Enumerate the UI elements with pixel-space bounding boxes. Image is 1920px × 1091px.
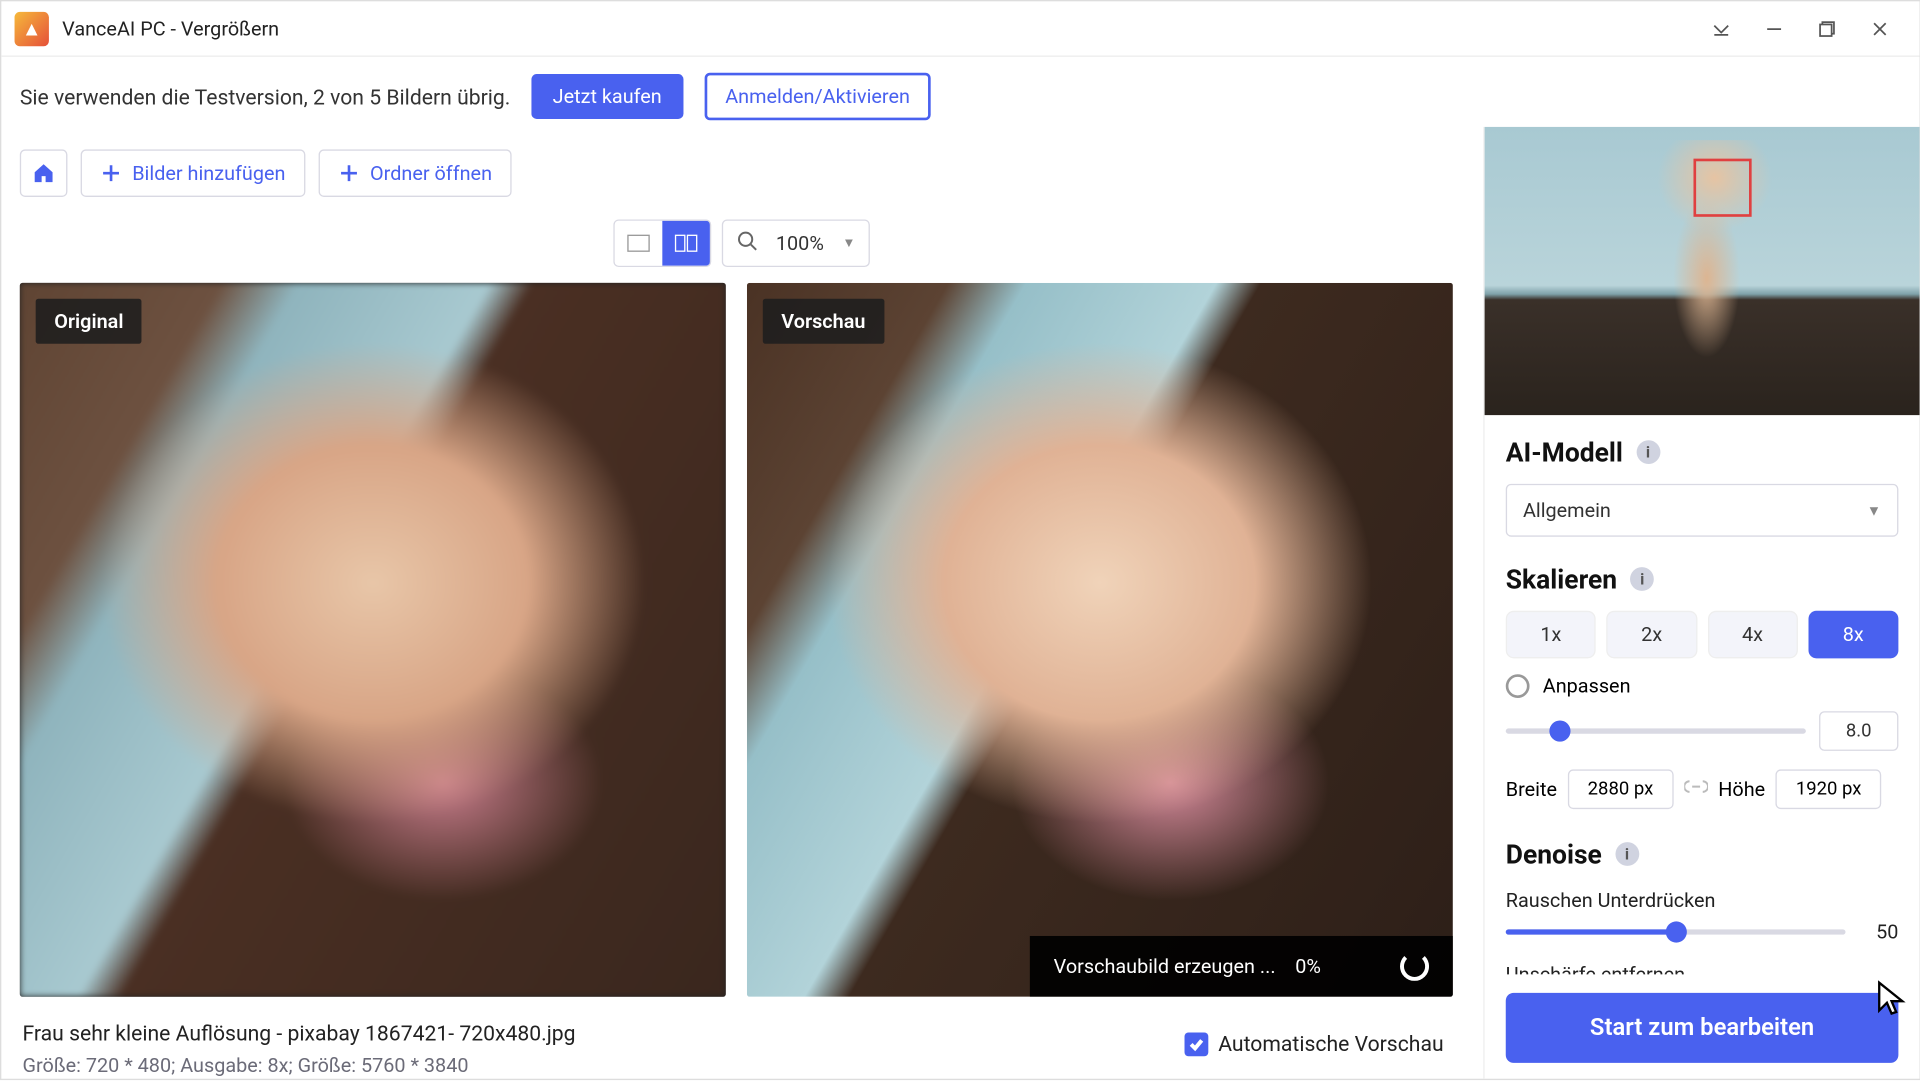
add-images-label: Bilder hinzufügen: [132, 161, 285, 185]
zoom-controls: 100% ▼: [1, 209, 1482, 272]
plus-icon: [338, 162, 359, 183]
height-input[interactable]: 1920 px: [1776, 769, 1882, 809]
auto-preview-label: Automatische Vorschau: [1218, 1031, 1443, 1056]
width-input[interactable]: 2880 px: [1568, 769, 1674, 809]
progress-percent: 0%: [1295, 954, 1321, 978]
open-folder-button[interactable]: Ordner öffnen: [318, 149, 511, 197]
chevron-down-icon: ▼: [842, 236, 855, 251]
checkbox-checked-icon: [1184, 1032, 1208, 1056]
model-select[interactable]: Allgemein ▼: [1506, 484, 1899, 537]
deblur-label: Unschärfe entfernen: [1506, 962, 1899, 974]
app-logo-icon: ▲: [15, 11, 49, 45]
progress-overlay: Vorschaubild erzeugen ... 0%: [1030, 936, 1453, 997]
info-icon[interactable]: i: [1615, 842, 1639, 866]
window-title: VanceAI PC - Vergrößern: [62, 17, 279, 41]
original-pane[interactable]: Original: [20, 283, 726, 997]
chevron-down-icon: ▼: [1867, 502, 1881, 519]
sidebar-controls: AI-Modell i Allgemein ▼ Skalieren i 1x 2…: [1485, 415, 1920, 974]
dimensions-row: Breite 2880 px Höhe 1920 px: [1506, 769, 1899, 809]
radio-unchecked-icon: [1506, 674, 1530, 698]
signin-button[interactable]: Anmelden/Aktivieren: [704, 73, 931, 121]
open-folder-label: Ordner öffnen: [370, 161, 492, 185]
width-label: Breite: [1506, 777, 1557, 801]
scale-slider[interactable]: [1506, 728, 1806, 733]
scale-4x-button[interactable]: 4x: [1707, 611, 1797, 659]
preview-pane[interactable]: Vorschau Vorschaubild erzeugen ... 0%: [747, 283, 1453, 997]
minimize-icon[interactable]: [1748, 9, 1801, 49]
info-icon[interactable]: i: [1636, 440, 1660, 464]
ai-model-label: AI-Modell: [1506, 436, 1623, 468]
model-select-value: Allgemein: [1523, 498, 1611, 522]
mouse-cursor-icon: [1875, 980, 1912, 1022]
titlebar: ▲ VanceAI PC - Vergrößern: [1, 1, 1919, 57]
zoom-level-select[interactable]: 100% ▼: [722, 219, 870, 267]
start-processing-button[interactable]: Start zum bearbeiten: [1506, 993, 1899, 1063]
height-label: Höhe: [1718, 777, 1765, 801]
view-single-button[interactable]: [615, 221, 663, 266]
app-window: ▲ VanceAI PC - Vergrößern Sie verwenden …: [0, 0, 1920, 1080]
suppress-noise-slider[interactable]: [1506, 929, 1846, 934]
link-icon[interactable]: [1684, 777, 1708, 801]
suppress-noise-label: Rauschen Unterdrücken: [1506, 888, 1899, 912]
preview-image: [747, 283, 1453, 997]
maximize-icon[interactable]: [1801, 9, 1854, 49]
scale-section-title: Skalieren i: [1506, 563, 1899, 595]
scale-slider-row: 8.0: [1506, 711, 1899, 751]
single-view-icon: [627, 234, 651, 253]
suppress-noise-value: 50: [1859, 920, 1899, 944]
custom-scale-toggle[interactable]: Anpassen: [1506, 674, 1899, 698]
denoise-section-title: Denoise i: [1506, 838, 1899, 870]
auto-preview-toggle[interactable]: Automatische Vorschau: [1184, 1031, 1444, 1056]
sidebar: AI-Modell i Allgemein ▼ Skalieren i 1x 2…: [1483, 127, 1919, 1079]
original-image: [20, 283, 726, 997]
denoise-label: Denoise: [1506, 838, 1602, 870]
scale-2x-button[interactable]: 2x: [1607, 611, 1697, 659]
zoom-level-value: 100%: [768, 231, 832, 255]
suppress-noise-row: 50: [1506, 920, 1899, 944]
ai-model-section-title: AI-Modell i: [1506, 436, 1899, 468]
home-icon: [32, 161, 56, 185]
dropdown-icon[interactable]: [1695, 9, 1748, 49]
home-button[interactable]: [20, 149, 68, 197]
split-view-icon: [674, 234, 698, 253]
scale-value-field[interactable]: 8.0: [1819, 711, 1898, 751]
preview-badge: Vorschau: [763, 299, 884, 344]
scale-8x-button[interactable]: 8x: [1808, 611, 1898, 659]
spinner-icon: [1400, 952, 1429, 981]
info-icon[interactable]: i: [1630, 567, 1654, 591]
progress-text: Vorschaubild erzeugen ...: [1054, 954, 1276, 978]
close-icon[interactable]: [1853, 9, 1906, 49]
magnifier-icon: [736, 230, 757, 256]
trial-bar: Sie verwenden die Testversion, 2 von 5 B…: [1, 57, 1919, 136]
view-mode-segment: [613, 219, 711, 267]
add-images-button[interactable]: Bilder hinzufügen: [81, 149, 306, 197]
original-badge: Original: [36, 299, 142, 344]
view-split-button[interactable]: [662, 221, 710, 266]
scale-label: Skalieren: [1506, 563, 1617, 595]
scale-1x-button[interactable]: 1x: [1506, 611, 1596, 659]
navigator-marquee[interactable]: [1693, 159, 1751, 217]
plus-icon: [100, 162, 121, 183]
navigator-preview[interactable]: [1485, 127, 1920, 415]
adjust-label: Anpassen: [1543, 674, 1631, 698]
scale-options: 1x 2x 4x 8x: [1506, 611, 1899, 659]
trial-message: Sie verwenden die Testversion, 2 von 5 B…: [20, 84, 511, 109]
buy-button[interactable]: Jetzt kaufen: [532, 74, 683, 119]
